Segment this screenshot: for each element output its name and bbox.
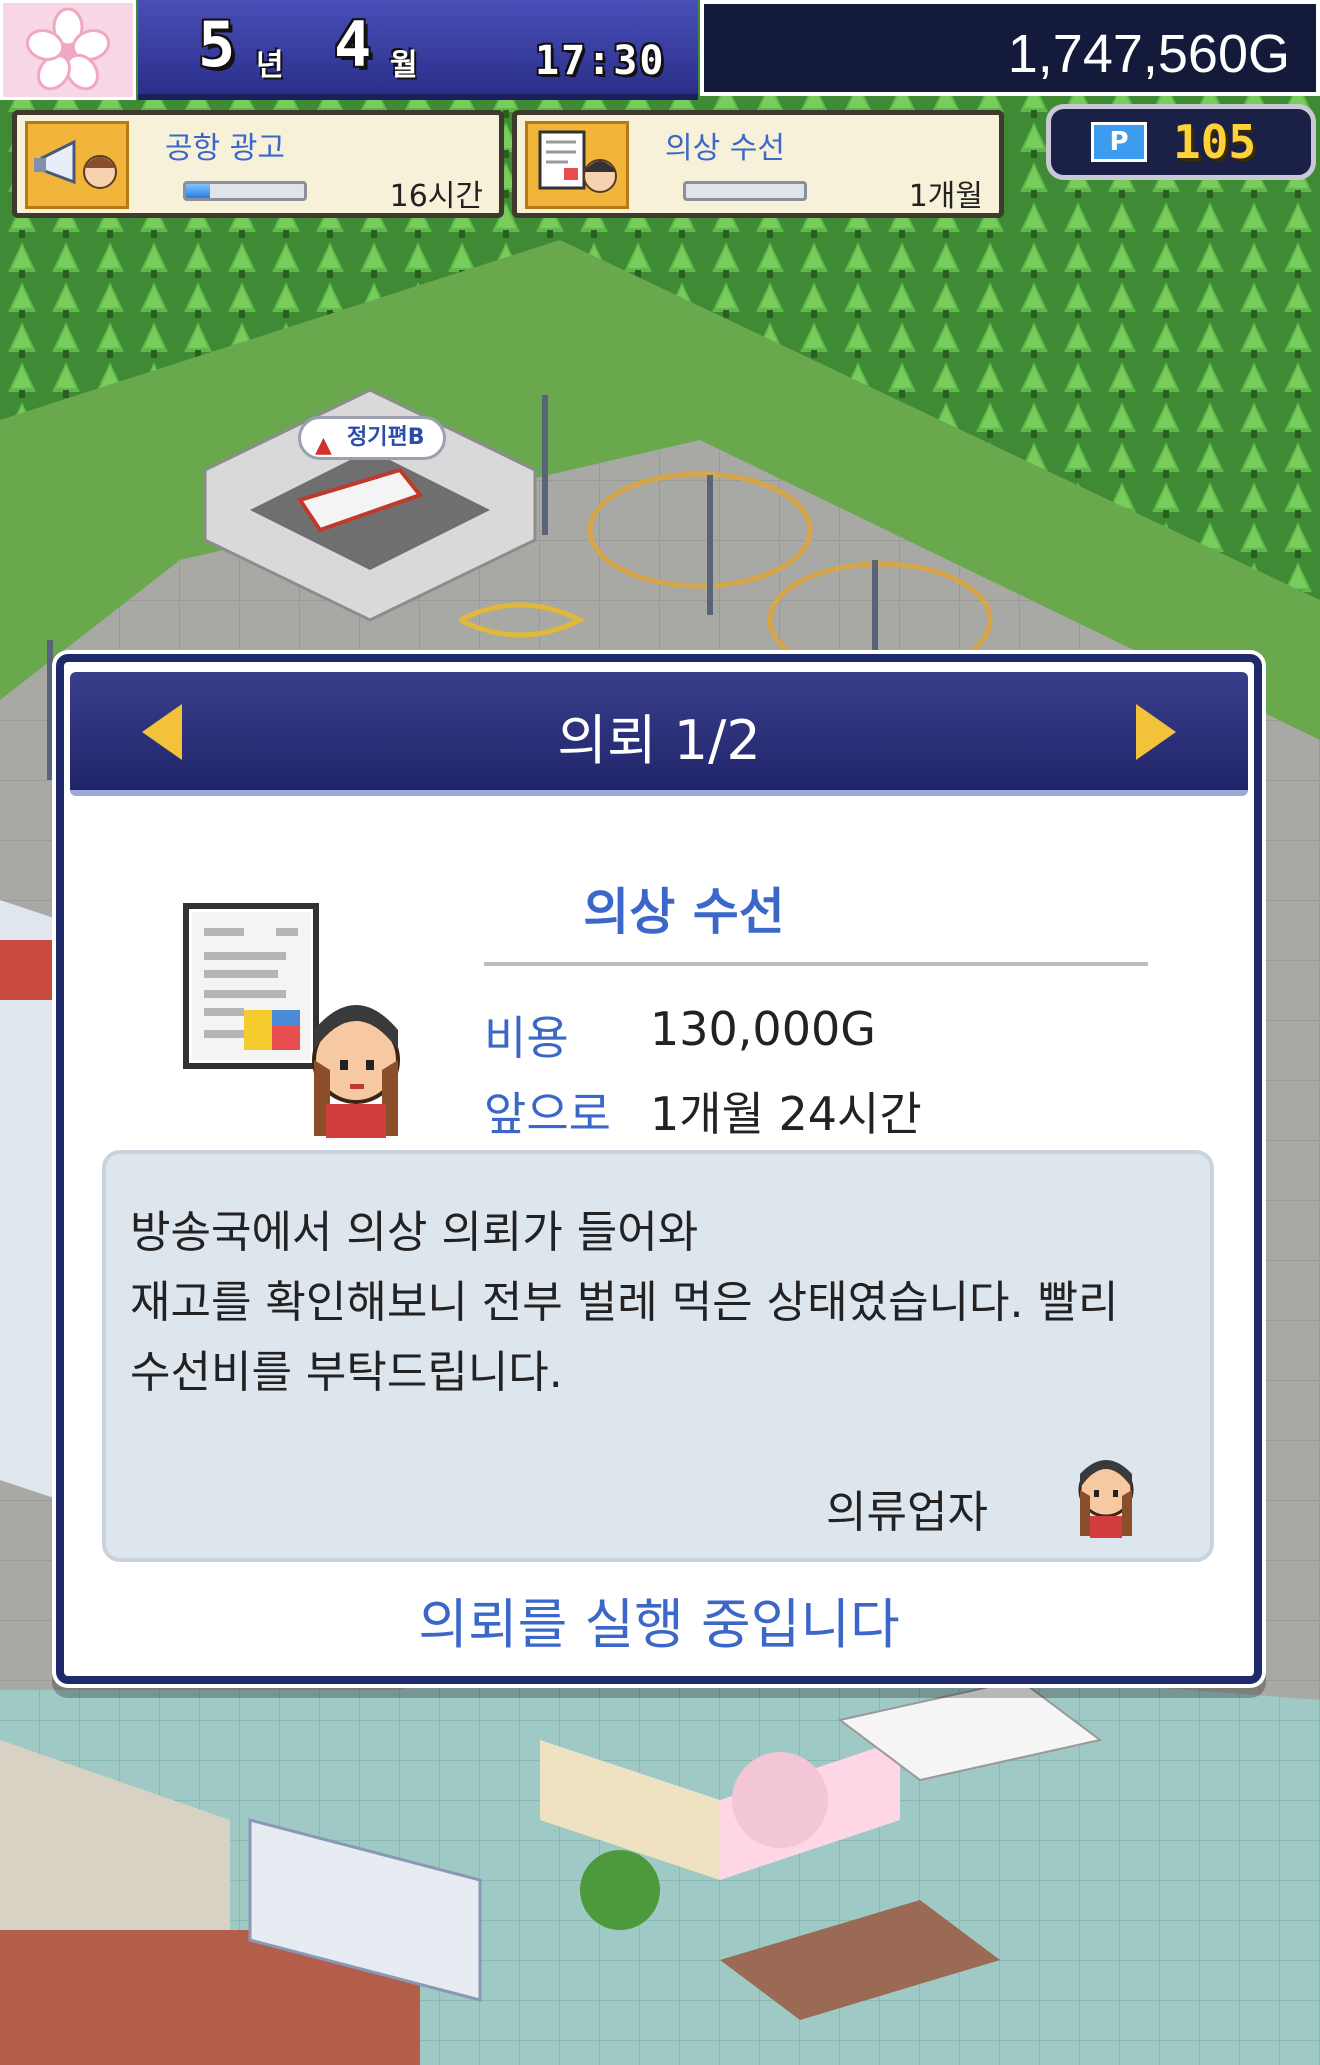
points-icon: P (1091, 122, 1147, 162)
hangar-label-text: 정기편B (347, 425, 425, 450)
task-progress-fill (186, 184, 210, 198)
request-message-box: 방송국에서 의상 의뢰가 들어와 재고를 확인해보니 전부 벌레 먹은 상태였습… (102, 1150, 1214, 1562)
task-card-costume-repair[interactable]: 의상 수선 1개월 (512, 110, 1004, 218)
task-card-airport-ad[interactable]: 공항 광고 16시간 (12, 110, 504, 218)
request-status: 의뢰를 실행 중입니다 (418, 1593, 900, 1656)
hangar-label[interactable]: ▲ 정기편B (298, 416, 446, 460)
cost-value: 130,000G (650, 1002, 876, 1056)
megaphone-icon (25, 121, 129, 209)
remaining-value: 1개월 24시간 (650, 1087, 922, 1141)
task-remaining: 16시간 (389, 179, 483, 214)
task-title: 의상 수선 (665, 131, 785, 166)
document-icon (525, 121, 629, 209)
month-value: 4 (334, 8, 372, 81)
sender-name: 의류업자 (826, 1487, 988, 1538)
task-title: 공항 광고 (165, 131, 285, 166)
request-dialog: 의뢰 1/2 의상 수선 비용 130,000G 앞으로 1개월 24시간 방송 (56, 654, 1262, 1684)
task-progress-bar (683, 181, 807, 201)
requester-face-icon (312, 1005, 400, 1138)
message-line: 방송국에서 의상 의뢰가 들어와 (130, 1207, 699, 1258)
request-title: 의상 수선 (583, 883, 785, 941)
task-progress-bar (183, 181, 307, 201)
message-line: 수선비를 부탁드립니다. (130, 1347, 563, 1398)
message-line: 재고를 확인해보니 전부 벌레 먹은 상태였습니다. 빨리 (130, 1277, 1119, 1328)
next-arrow-icon[interactable] (1136, 704, 1176, 760)
month-unit: 월 (390, 48, 418, 83)
points-display[interactable]: P 105 (1046, 104, 1316, 180)
airplane-warning-icon: ▲ (315, 433, 332, 458)
remaining-label: 앞으로 (484, 1087, 611, 1141)
date-time-panel: 5 년 4 월 17:30 (138, 0, 698, 100)
year-unit: 년 (256, 48, 284, 83)
title-divider (484, 962, 1148, 966)
task-remaining: 1개월 (908, 179, 983, 214)
dialog-header: 의뢰 1/2 (70, 672, 1248, 796)
dialog-title: 의뢰 1/2 (557, 709, 761, 772)
cost-label: 비용 (484, 1011, 569, 1065)
clock-time: 17:30 (535, 38, 666, 84)
money-display: 1,747,560G (700, 0, 1320, 96)
sender-avatar-icon (1078, 1460, 1134, 1538)
points-value: 105 (1173, 115, 1257, 169)
request-document-icon (183, 903, 400, 1138)
year-value: 5 (198, 8, 236, 81)
season-indicator (0, 0, 136, 100)
cherry-blossom-icon (25, 7, 111, 91)
